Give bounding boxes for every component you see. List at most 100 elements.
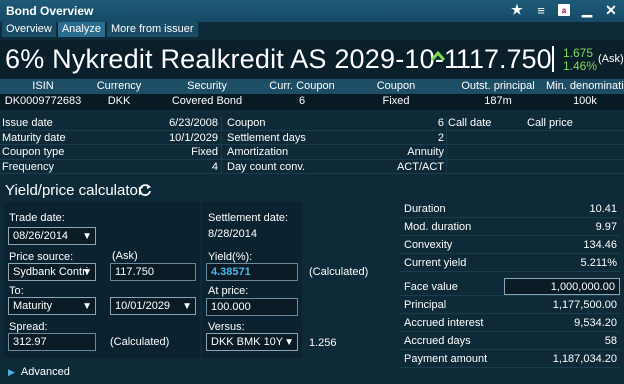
price-up-arrow-icon bbox=[430, 50, 446, 61]
detail-label: Day count conv. bbox=[227, 160, 306, 173]
header-coupon: Coupon bbox=[376, 80, 416, 92]
detail-value: Annuity bbox=[407, 146, 444, 158]
price-source-value: Sydbank Contri bbox=[13, 266, 89, 278]
menu-icon[interactable]: ≡ bbox=[534, 2, 548, 18]
settlement-date-value: 8/28/2014 bbox=[208, 228, 257, 240]
settlement-date-label: Settlement date: bbox=[208, 212, 289, 224]
stat-label: Accrued days bbox=[404, 335, 471, 347]
details-divider bbox=[446, 116, 447, 174]
value-min-denomination: 100k bbox=[573, 95, 597, 107]
detail-label: Maturity date bbox=[2, 131, 66, 144]
advanced-toggle[interactable]: ▶ Advanced bbox=[8, 366, 70, 378]
yield-input[interactable]: 4.38571 bbox=[206, 263, 298, 281]
stat-label: Accrued interest bbox=[404, 317, 484, 329]
to-select[interactable]: Maturity ▼ bbox=[8, 297, 96, 315]
price-ask-label: (Ask) bbox=[112, 250, 138, 262]
stat-label: Principal bbox=[404, 299, 447, 311]
price-change-percent: 1.46% bbox=[563, 59, 598, 73]
face-value-input[interactable]: 1,000,000.00 bbox=[504, 278, 620, 295]
to-date-value: 10/01/2029 bbox=[115, 300, 171, 312]
tab-more-from-issuer[interactable]: More from issuer bbox=[106, 22, 198, 37]
stat-row: Current yield 5.211% bbox=[400, 254, 620, 272]
stat-label: Convexity bbox=[404, 239, 453, 251]
stat-row: Convexity 134.46 bbox=[400, 236, 620, 254]
value-coupon: Fixed bbox=[382, 95, 410, 107]
header-isin: ISIN bbox=[32, 80, 54, 92]
value-outst-principal: 187m bbox=[484, 95, 512, 107]
face-value-row: Face value 1,000,000.00 bbox=[400, 278, 620, 296]
tab-overview[interactable]: Overview bbox=[2, 22, 56, 37]
stat-row: Payment amount 1,187,034.20 bbox=[400, 350, 620, 368]
versus-value: DKK BMK 10Y bbox=[211, 336, 284, 348]
app-badge-icon[interactable]: a bbox=[558, 4, 570, 16]
favorite-star-icon[interactable]: ★ bbox=[510, 2, 524, 18]
versus-label: Versus: bbox=[208, 321, 245, 333]
stat-value: 1,177,500.00 bbox=[552, 299, 617, 311]
price-ask-label: (Ask) bbox=[598, 53, 624, 65]
price-input[interactable]: 117.750 bbox=[110, 263, 196, 281]
tab-analyze[interactable]: Analyze bbox=[57, 22, 105, 37]
chevron-down-icon: ▼ bbox=[182, 301, 192, 312]
at-price-input[interactable]: 100.000 bbox=[206, 298, 298, 316]
bond-headline: 6% Nykredit Realkredit AS 2029-10-1 117.… bbox=[0, 40, 624, 78]
chevron-down-icon: ▼ bbox=[82, 267, 92, 278]
detail-label: Coupon bbox=[227, 117, 266, 129]
detail-value: 6/23/2008 bbox=[169, 117, 218, 129]
detail-label: Issue date bbox=[2, 117, 53, 129]
versus-number: 1.256 bbox=[309, 337, 337, 349]
stat-label: Duration bbox=[404, 203, 446, 215]
spread-calculated-label: (Calculated) bbox=[110, 336, 170, 348]
to-value: Maturity bbox=[13, 300, 53, 312]
detail-label: Amortization bbox=[227, 146, 289, 158]
detail-label: Settlement days bbox=[227, 131, 306, 144]
yield-calculated-label: (Calculated) bbox=[309, 266, 369, 278]
at-price-label: At price: bbox=[208, 285, 249, 297]
details-row: Coupon type Fixed Amortization Annuity bbox=[0, 145, 624, 160]
spread-input[interactable]: 312.97 bbox=[8, 333, 96, 351]
price-source-label: Price source: bbox=[9, 251, 74, 263]
bond-name: 6% Nykredit Realkredit AS 2029-10-1 bbox=[5, 44, 460, 74]
value-curr-coupon: 6 bbox=[298, 95, 306, 107]
chevron-down-icon: ▼ bbox=[284, 337, 294, 348]
refresh-icon[interactable] bbox=[138, 183, 152, 197]
stat-label: Payment amount bbox=[404, 353, 488, 365]
spread-label: Spread: bbox=[9, 321, 48, 333]
price-change-absolute: 1.675 bbox=[563, 46, 594, 60]
face-value-label: Face value bbox=[404, 281, 458, 293]
header-outst-principal: Outst. principal bbox=[461, 80, 535, 92]
minimize-icon[interactable]: ▁ bbox=[580, 2, 594, 18]
detail-label: Frequency bbox=[2, 160, 54, 173]
trade-date-picker[interactable]: 08/26/2014 ▼ bbox=[8, 227, 96, 245]
chevron-down-icon: ▼ bbox=[82, 301, 92, 312]
stat-row: Duration 10.41 bbox=[400, 200, 620, 218]
to-label: To: bbox=[9, 285, 24, 297]
advanced-label: Advanced bbox=[20, 366, 70, 378]
header-min-denomination: Min. denomination bbox=[546, 80, 624, 92]
detail-value: 2 bbox=[437, 131, 444, 144]
stat-row: Accrued days 58 bbox=[400, 332, 620, 350]
to-date-picker[interactable]: 10/01/2029 ▼ bbox=[110, 297, 196, 315]
versus-select[interactable]: DKK BMK 10Y ▼ bbox=[206, 333, 298, 351]
header-security: Security bbox=[187, 80, 227, 92]
details-row: Frequency 4 Day count conv. ACT/ACT bbox=[0, 160, 624, 174]
trade-date-value: 08/26/2014 bbox=[13, 230, 69, 242]
window-titlebar: Bond Overview ★ ≡ a ▁ ✕ bbox=[0, 0, 624, 22]
yield-label: Yield(%): bbox=[208, 251, 253, 263]
stat-value: 134.46 bbox=[583, 239, 617, 251]
details-divider bbox=[221, 116, 222, 174]
summary-value-row: DK0009772683 DKK Covered Bond 6 Fixed 18… bbox=[0, 94, 624, 110]
value-isin: DK0009772683 bbox=[4, 95, 82, 107]
price-value: 117.750 bbox=[456, 44, 552, 74]
calculator-title: Yield/price calculator bbox=[5, 182, 143, 199]
summary-header-row: ISIN Currency Security Curr. Coupon Coup… bbox=[0, 79, 624, 94]
chevron-right-icon: ▶ bbox=[8, 366, 15, 377]
analytics-panel: Duration 10.41 Mod. duration 9.97 Convex… bbox=[400, 200, 620, 368]
detail-value: Fixed bbox=[191, 146, 218, 158]
value-currency: DKK bbox=[107, 95, 131, 107]
value-security: Covered Bond bbox=[171, 95, 243, 107]
close-icon[interactable]: ✕ bbox=[604, 2, 618, 18]
price-source-select[interactable]: Sydbank Contri ▼ bbox=[8, 263, 96, 281]
detail-label: Coupon type bbox=[2, 146, 65, 158]
stat-value: 10.41 bbox=[589, 203, 617, 215]
details-row: Maturity date 10/1/2029 Settlement days … bbox=[0, 131, 624, 145]
